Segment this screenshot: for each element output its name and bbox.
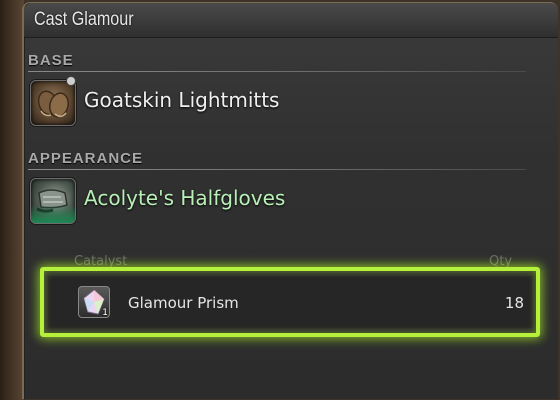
appearance-section-divider [28, 169, 526, 170]
glamour-prism-icon[interactable]: 1 [78, 286, 110, 318]
prism-stack-badge: 1 [102, 308, 108, 318]
leather-gloves-icon[interactable] [30, 80, 76, 126]
base-item-name[interactable]: Goatskin Lightmitts [84, 88, 279, 112]
appearance-item-name[interactable]: Acolyte's Halfgloves [84, 186, 285, 210]
window-title: Cast Glamour [34, 9, 134, 30]
background-strip [0, 0, 24, 400]
catalyst-highlight-frame [40, 267, 540, 337]
catalyst-item-name: Glamour Prism [128, 294, 239, 312]
leather-gloves-graphic [37, 90, 69, 118]
catalyst-quantity: 18 [504, 294, 524, 312]
base-section-divider [28, 71, 526, 72]
halfgloves-graphic [36, 189, 68, 213]
halfgloves-icon[interactable] [30, 178, 76, 224]
base-section-label: BASE [28, 52, 74, 69]
window-titlebar[interactable]: Cast Glamour [24, 3, 558, 38]
appearance-section-label: APPEARANCE [28, 150, 144, 167]
equipped-indicator-icon [66, 76, 76, 86]
